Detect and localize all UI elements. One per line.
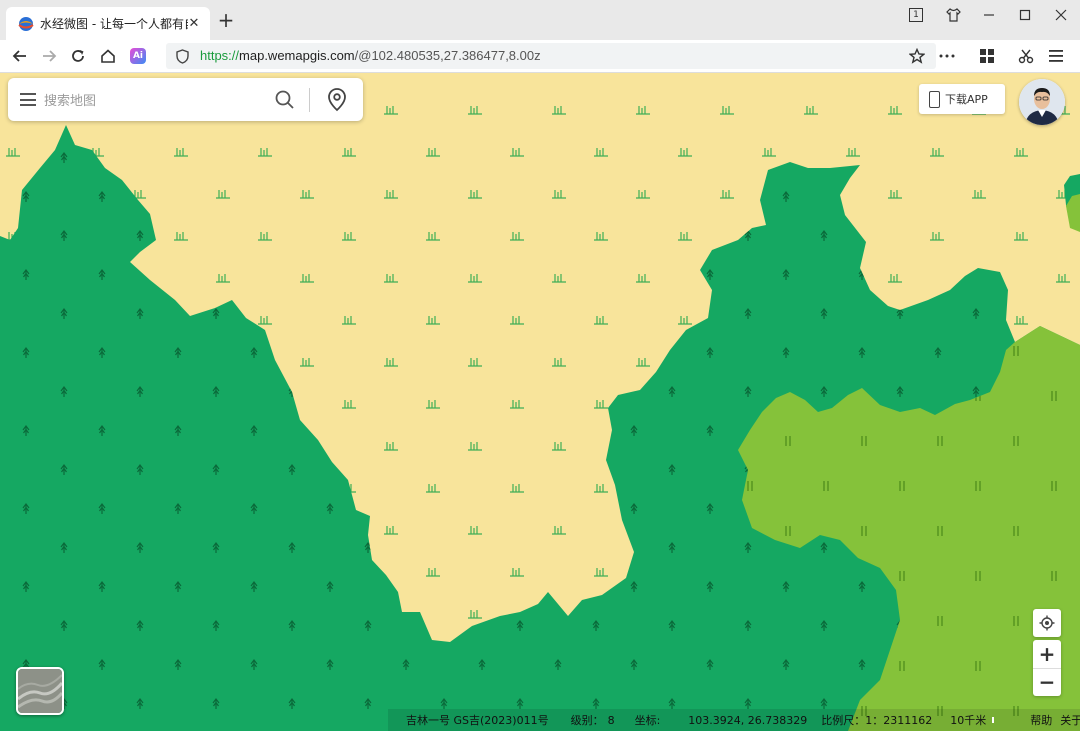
land-cover-map	[0, 73, 1080, 731]
zoom-control: + −	[1033, 640, 1061, 696]
more-options-icon[interactable]	[936, 45, 958, 67]
search-input[interactable]	[42, 90, 266, 112]
ai-assistant-icon[interactable]: Ai	[127, 45, 149, 67]
about-link[interactable]: 关于	[1060, 712, 1080, 728]
close-window-button[interactable]	[1048, 5, 1074, 25]
map-canvas[interactable]	[0, 73, 1080, 731]
user-avatar[interactable]	[1019, 79, 1065, 125]
shirt-icon[interactable]	[940, 5, 966, 25]
hamburger-menu-icon[interactable]	[1045, 45, 1067, 67]
map-search-bar	[8, 78, 363, 121]
basemap-switch-button[interactable]	[16, 667, 64, 715]
bookmark-star-icon[interactable]	[906, 45, 928, 67]
help-link[interactable]: 帮助	[1030, 712, 1052, 728]
zoom-level-label: 级别：	[570, 714, 604, 727]
browser-toolbar: Ai https://map.wemapgis.com/@102.480535,…	[0, 40, 1080, 73]
download-app-button[interactable]: 下载APP	[919, 84, 1005, 114]
tab-title: 水经微图 - 让每一个人都有自	[40, 17, 188, 31]
tab-count-badge: 1	[909, 8, 923, 22]
map-status-bar: 吉林一号 GS吉(2023)011号 级别： 8 坐标: 103.3924, 2…	[388, 709, 1080, 731]
forward-arrow-icon[interactable]	[38, 45, 60, 67]
scale-value: 1：2311162	[865, 714, 933, 727]
scale-bar-label: 10千米	[950, 714, 987, 727]
zoom-in-button[interactable]: +	[1033, 641, 1061, 669]
phone-icon	[929, 90, 940, 108]
scale-bar	[992, 717, 995, 723]
security-shield-icon[interactable]	[176, 49, 189, 64]
zoom-level-value: 8	[607, 713, 615, 727]
address-bar[interactable]: https://map.wemapgis.com/@102.480535,27.…	[166, 43, 936, 69]
new-tab-button[interactable]: +	[215, 10, 237, 32]
browser-title-bar: 水经微图 - 让每一个人都有自 ✕ + 1	[0, 0, 1080, 40]
search-icon[interactable]	[274, 89, 296, 111]
close-tab-icon[interactable]: ✕	[186, 15, 202, 31]
satellite-layer-icon	[18, 669, 62, 713]
coordinate-label: 坐标:	[634, 714, 661, 727]
apps-grid-icon[interactable]	[976, 45, 998, 67]
avatar-portrait-icon	[1019, 79, 1065, 125]
back-arrow-icon[interactable]	[9, 45, 31, 67]
site-favicon-icon	[18, 16, 34, 31]
reload-icon[interactable]	[67, 45, 89, 67]
tab-count-button[interactable]: 1	[903, 5, 929, 25]
url-text: https://map.wemapgis.com/@102.480535,27.…	[200, 48, 541, 63]
menu-icon[interactable]	[20, 93, 36, 106]
zoom-out-button[interactable]: −	[1033, 669, 1061, 696]
browser-tab[interactable]: 水经微图 - 让每一个人都有自 ✕	[6, 7, 210, 40]
minimize-button[interactable]	[976, 5, 1002, 25]
location-pin-icon[interactable]	[326, 87, 348, 113]
imagery-source-text: 吉林一号 GS吉(2023)011号	[406, 714, 549, 727]
download-app-label: 下载APP	[945, 93, 988, 106]
search-divider	[309, 88, 310, 112]
coordinate-value: 103.3924, 26.738329	[688, 713, 808, 727]
my-location-button[interactable]	[1033, 609, 1061, 637]
scale-label: 比例尺：	[821, 714, 866, 727]
scissors-icon[interactable]	[1015, 45, 1037, 67]
home-icon[interactable]	[97, 45, 119, 67]
maximize-button[interactable]	[1012, 5, 1038, 25]
crosshair-icon	[1039, 615, 1055, 631]
